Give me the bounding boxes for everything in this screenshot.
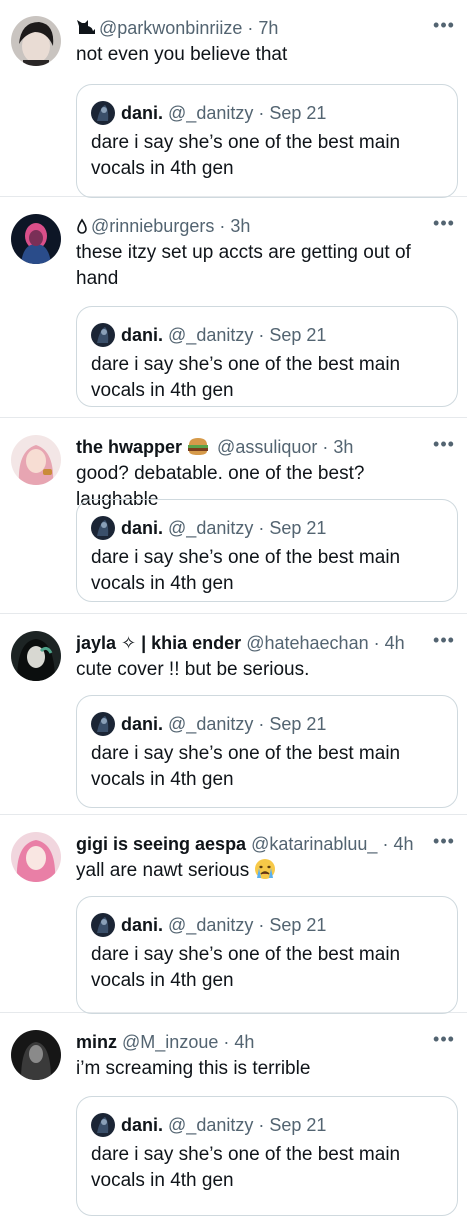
quoted-tweet-header: dani. @_danitzy · Sep 21 (91, 1113, 447, 1137)
author-name[interactable]: jayla ✧ | khia ender (76, 633, 241, 653)
more-options-icon[interactable]: ••• (431, 631, 457, 655)
author-handle[interactable]: @rinnieburgers (91, 216, 214, 236)
tweet-header: gigi is seeing aespa @katarinabluu_ · 4h (76, 834, 414, 854)
quoted-avatar (91, 101, 115, 125)
drop-icon (76, 215, 88, 241)
author-handle[interactable]: @katarinabluu_ (251, 834, 377, 854)
quoted-avatar (91, 1113, 115, 1137)
more-options-icon[interactable]: ••• (431, 214, 457, 238)
quoted-tweet-text: dare i say she’s one of the best main vo… (91, 1144, 401, 1191)
quoted-author-name: dani. (121, 714, 164, 734)
quoted-author-handle: @_danitzy (168, 714, 254, 734)
quoted-tweet[interactable]: dani. @_danitzy · Sep 21 dare i say she’… (76, 499, 458, 602)
tweet[interactable]: gigi is seeing aespa @katarinabluu_ · 4h… (0, 816, 467, 1014)
timestamp[interactable]: 3h (230, 216, 250, 236)
avatar[interactable] (11, 1030, 61, 1080)
quoted-author-name: dani. (121, 1115, 164, 1135)
quoted-avatar (91, 712, 115, 736)
tweet[interactable]: jayla ✧ | khia ender @hatehaechan · 4h •… (0, 615, 467, 815)
cat-icon (76, 17, 96, 43)
author-name[interactable]: the hwapper (76, 437, 182, 457)
quoted-date: Sep 21 (269, 714, 327, 734)
tweet[interactable]: @parkwonbinriize · 7h ••• not even you b… (0, 0, 467, 198)
tweet-text: cute cover !! but be serious. (76, 659, 310, 680)
quoted-tweet[interactable]: dani. @_danitzy · Sep 21 dare i say she’… (76, 1096, 458, 1216)
quoted-date: Sep 21 (269, 325, 327, 345)
quoted-author-handle: @_danitzy (168, 915, 254, 935)
timestamp[interactable]: 4h (385, 633, 405, 653)
more-options-icon[interactable]: ••• (431, 1030, 457, 1054)
quoted-author-name: dani. (121, 103, 164, 123)
quoted-tweet[interactable]: dani. @_danitzy · Sep 21 dare i say she’… (76, 896, 458, 1014)
tweet-header: minz @M_inzoue · 4h (76, 1032, 255, 1052)
quoted-tweet-header: dani. @_danitzy · Sep 21 (91, 323, 447, 347)
author-handle[interactable]: @parkwonbinriize (99, 18, 242, 38)
quoted-tweet[interactable]: dani. @_danitzy · Sep 21 dare i say she’… (76, 695, 458, 808)
quoted-tweet-text: dare i say she’s one of the best main vo… (91, 354, 401, 401)
quoted-date: Sep 21 (269, 1115, 327, 1135)
author-handle[interactable]: @hatehaechan (246, 633, 368, 653)
quoted-tweet-header: dani. @_danitzy · Sep 21 (91, 516, 447, 540)
quoted-date: Sep 21 (269, 915, 327, 935)
more-options-icon[interactable]: ••• (431, 832, 457, 856)
quoted-author-handle: @_danitzy (168, 1115, 254, 1135)
avatar[interactable] (11, 214, 61, 264)
avatar[interactable] (11, 16, 61, 66)
timestamp[interactable]: 3h (333, 437, 353, 457)
tweet-header: jayla ✧ | khia ender @hatehaechan · 4h (76, 633, 405, 653)
tweet-header: the hwapper @assuliquor · 3h (76, 435, 427, 462)
quoted-author-handle: @_danitzy (168, 325, 254, 345)
tweet-text: i’m screaming this is terrible (76, 1058, 311, 1079)
avatar[interactable] (11, 832, 61, 882)
tweet-text: not even you believe that (76, 44, 288, 65)
quoted-date: Sep 21 (269, 103, 327, 123)
avatar[interactable] (11, 631, 61, 681)
quoted-avatar (91, 516, 115, 540)
timestamp[interactable]: 4h (234, 1032, 254, 1052)
quoted-author-handle: @_danitzy (168, 103, 254, 123)
tweet-header: @rinnieburgers · 3h (76, 214, 427, 241)
author-handle[interactable]: @M_inzoue (122, 1032, 218, 1052)
more-options-icon[interactable]: ••• (431, 16, 457, 40)
quoted-author-handle: @_danitzy (168, 518, 254, 538)
timestamp[interactable]: 7h (258, 18, 278, 38)
quoted-tweet-text: dare i say she’s one of the best main vo… (91, 944, 401, 991)
timestamp[interactable]: 4h (393, 834, 413, 854)
tweet-text: yall are nawt serious (76, 858, 449, 888)
quoted-author-name: dani. (121, 915, 164, 935)
quoted-author-name: dani. (121, 325, 164, 345)
quoted-tweet-header: dani. @_danitzy · Sep 21 (91, 913, 447, 937)
author-name[interactable]: minz (76, 1032, 117, 1052)
author-name[interactable]: gigi is seeing aespa (76, 834, 246, 854)
crying-face-emoji (254, 858, 276, 888)
tweet[interactable]: @rinnieburgers · 3h ••• these itzy set u… (0, 198, 467, 418)
tweet[interactable]: minz @M_inzoue · 4h ••• i’m screaming th… (0, 1014, 467, 1216)
quoted-tweet[interactable]: dani. @_danitzy · Sep 21 dare i say she’… (76, 84, 458, 198)
timeline-feed: @parkwonbinriize · 7h ••• not even you b… (0, 0, 467, 1216)
quoted-tweet-text: dare i say she’s one of the best main vo… (91, 743, 401, 790)
tweet-header: @parkwonbinriize · 7h (76, 16, 427, 43)
quoted-author-name: dani. (121, 518, 164, 538)
quoted-tweet-header: dani. @_danitzy · Sep 21 (91, 101, 447, 125)
quoted-tweet-header: dani. @_danitzy · Sep 21 (91, 712, 447, 736)
avatar[interactable] (11, 435, 61, 485)
quoted-avatar (91, 913, 115, 937)
quoted-date: Sep 21 (269, 518, 327, 538)
tweet[interactable]: the hwapper @assuliquor · 3h ••• good? d… (0, 419, 467, 614)
burger-emoji (187, 436, 209, 462)
quoted-tweet[interactable]: dani. @_danitzy · Sep 21 dare i say she’… (76, 306, 458, 407)
quoted-tweet-text: dare i say she’s one of the best main vo… (91, 132, 401, 179)
tweet-text: these itzy set up accts are getting out … (76, 242, 411, 289)
quoted-avatar (91, 323, 115, 347)
more-options-icon[interactable]: ••• (431, 435, 457, 459)
quoted-tweet-text: dare i say she’s one of the best main vo… (91, 547, 401, 594)
author-handle[interactable]: @assuliquor (217, 437, 317, 457)
